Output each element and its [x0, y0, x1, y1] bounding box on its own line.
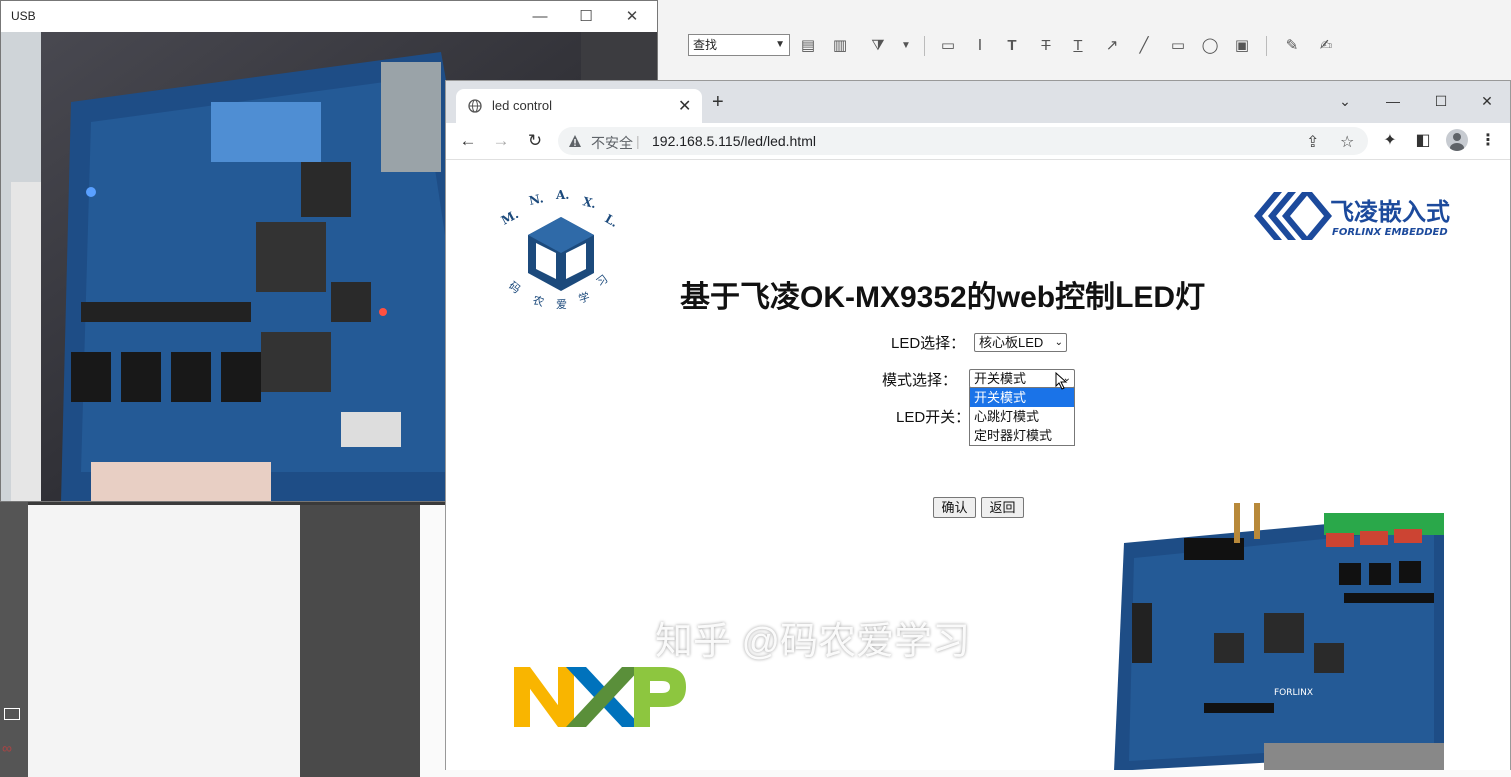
mode-select-dropdown: 开关模式 心跳灯模式 定时器灯模式	[969, 387, 1075, 446]
svg-text:M.: M.	[499, 207, 521, 228]
comment-icon[interactable]	[4, 708, 20, 720]
svg-text:飞凌嵌入式: 飞凌嵌入式	[1330, 198, 1450, 226]
underline-icon[interactable]: T	[1068, 36, 1088, 56]
line-tool-icon[interactable]: ╱	[1134, 36, 1154, 56]
browser-toolbar: ← → ↻ 不安全 | 192.168.5.115/led/led.html ⇪…	[446, 123, 1510, 160]
url-separator: |	[636, 133, 640, 149]
svg-text:农: 农	[531, 293, 546, 309]
toolbar-divider	[1266, 36, 1267, 56]
led-switch-label: LED开关：	[896, 409, 971, 426]
forward-button[interactable]: →	[489, 129, 513, 153]
svg-text:N.: N.	[528, 191, 545, 208]
not-secure-label[interactable]: 不安全	[591, 133, 633, 153]
background-document-text	[445, 770, 1511, 777]
side-panel-icon[interactable]: ◧	[1411, 129, 1435, 153]
svg-text:习: 习	[594, 273, 610, 289]
tab-search-button[interactable]: ⌄	[1322, 87, 1368, 115]
extensions-icon[interactable]: ✦	[1378, 129, 1402, 153]
mouse-cursor-icon	[1055, 372, 1068, 390]
svg-text:FORLINX EMBEDDED: FORLINX EMBEDDED	[1332, 227, 1448, 238]
find-combo-value: 查找	[693, 38, 718, 52]
rectangle-tool-icon[interactable]: ▭	[1168, 36, 1188, 56]
comment-icon[interactable]: ▭	[938, 36, 958, 56]
usb-window-title: USB	[11, 9, 36, 23]
tab-close-icon[interactable]: ✕	[678, 96, 691, 116]
svg-text:码: 码	[506, 279, 523, 296]
nxp-logo	[514, 667, 686, 727]
close-button[interactable]: ✕	[1464, 87, 1510, 115]
led-select-value: 核心板LED	[979, 335, 1044, 350]
minimize-button[interactable]: —	[1370, 87, 1416, 115]
chevron-down-icon: ▼	[775, 39, 785, 50]
led-select[interactable]: 核心板LED ⌄	[974, 333, 1067, 352]
mode-option-switch[interactable]: 开关模式	[970, 388, 1074, 407]
maximize-button[interactable]: ☐	[563, 1, 609, 32]
svg-text:FORLINX: FORLINX	[1274, 688, 1313, 698]
back-button[interactable]: ←	[456, 129, 480, 153]
mnaxl-logo: M. N. A. X. L. 码 农 爱 学 习	[499, 188, 621, 309]
sign-document-icon[interactable]: ✍	[1316, 36, 1336, 56]
mode-option-timer[interactable]: 定时器灯模式	[970, 426, 1074, 445]
background-panel	[300, 505, 420, 777]
page-content: M. N. A. X. L. 码 农 爱 学 习 飞凌嵌入式 FORLINX E…	[446, 160, 1510, 771]
profile-avatar[interactable]	[1446, 129, 1468, 151]
mode-select-value: 开关模式	[974, 371, 1027, 386]
reload-button[interactable]: ↻	[523, 129, 547, 153]
zhihu-watermark: 知乎 @码农爱学习	[655, 621, 971, 663]
filter-icon[interactable]: ⧩	[868, 36, 888, 56]
globe-icon	[468, 99, 482, 113]
confirm-button[interactable]: 确认	[933, 497, 976, 518]
mode-select-label: 模式选择：	[882, 372, 958, 389]
svg-text:爱: 爱	[556, 298, 567, 309]
ellipse-tool-icon[interactable]: ◯	[1200, 36, 1220, 56]
close-button[interactable]: ✕	[609, 1, 655, 32]
browser-tab-led-control[interactable]: led control ✕	[456, 89, 702, 123]
profile-icon	[1450, 133, 1464, 151]
usb-window-titlebar[interactable]: USB — ☐ ✕	[1, 1, 657, 32]
back-button[interactable]: 返回	[981, 497, 1024, 518]
svg-text:L.: L.	[603, 211, 621, 229]
dev-board-image: FORLINX	[1114, 503, 1444, 771]
share-icon[interactable]: ⇪	[1306, 132, 1319, 152]
chevron-down-icon: ⌄	[1054, 337, 1063, 348]
find-combo[interactable]: 查找 ▼	[688, 34, 790, 56]
tab-strip: led control ✕ + ⌄ — ☐ ✕	[446, 81, 1510, 123]
text-box-icon[interactable]: T	[1002, 36, 1022, 56]
document-list-icon[interactable]: ▥	[830, 36, 850, 56]
mode-option-heartbeat[interactable]: 心跳灯模式	[970, 407, 1074, 426]
address-bar[interactable]: 不安全 | 192.168.5.115/led/led.html ⇪ ☆	[558, 127, 1368, 155]
background-document-page	[28, 505, 300, 777]
background-side-panel: ∞	[0, 500, 28, 777]
svg-text:X.: X.	[581, 194, 597, 211]
more-menu-icon[interactable]: ⋮	[1476, 129, 1500, 153]
new-tab-button[interactable]: +	[712, 91, 724, 114]
url-text[interactable]: 192.168.5.115/led/led.html	[652, 133, 816, 149]
document-icon[interactable]: ▤	[798, 36, 818, 56]
browser-window[interactable]: led control ✕ + ⌄ — ☐ ✕ ← → ↻ 不安全 | 192.…	[445, 80, 1511, 772]
tab-title: led control	[492, 98, 552, 113]
forlinx-logo: 飞凌嵌入式 FORLINX EMBEDDED	[1254, 192, 1450, 240]
text-insert-icon[interactable]: Ⅰ	[970, 36, 990, 56]
strikethrough-icon[interactable]: T	[1036, 36, 1056, 56]
toolbar-divider	[924, 36, 925, 56]
warning-icon[interactable]	[568, 134, 582, 148]
stamp-tool-icon[interactable]: ▣	[1232, 36, 1252, 56]
arrow-tool-icon[interactable]: ↗	[1102, 36, 1122, 56]
background-app-toolbar: 查找 ▼ ▤ ▥ ⧩ ▼ ▭ Ⅰ T T T ↗ ╱ ▭ ◯ ▣ ✎ ✍	[640, 0, 1511, 81]
filter-dropdown-icon[interactable]: ▼	[896, 36, 916, 56]
minimize-button[interactable]: —	[517, 1, 563, 32]
svg-text:学: 学	[577, 289, 592, 306]
led-select-label: LED选择：	[891, 335, 966, 352]
page-title: 基于飞凌OK-MX9352的web控制LED灯	[680, 281, 1206, 314]
bookmark-star-icon[interactable]: ☆	[1340, 132, 1354, 152]
link-icon[interactable]: ∞	[2, 740, 12, 756]
edit-document-icon[interactable]: ✎	[1282, 36, 1302, 56]
maximize-button[interactable]: ☐	[1418, 87, 1464, 115]
svg-text:A.: A.	[555, 188, 570, 202]
